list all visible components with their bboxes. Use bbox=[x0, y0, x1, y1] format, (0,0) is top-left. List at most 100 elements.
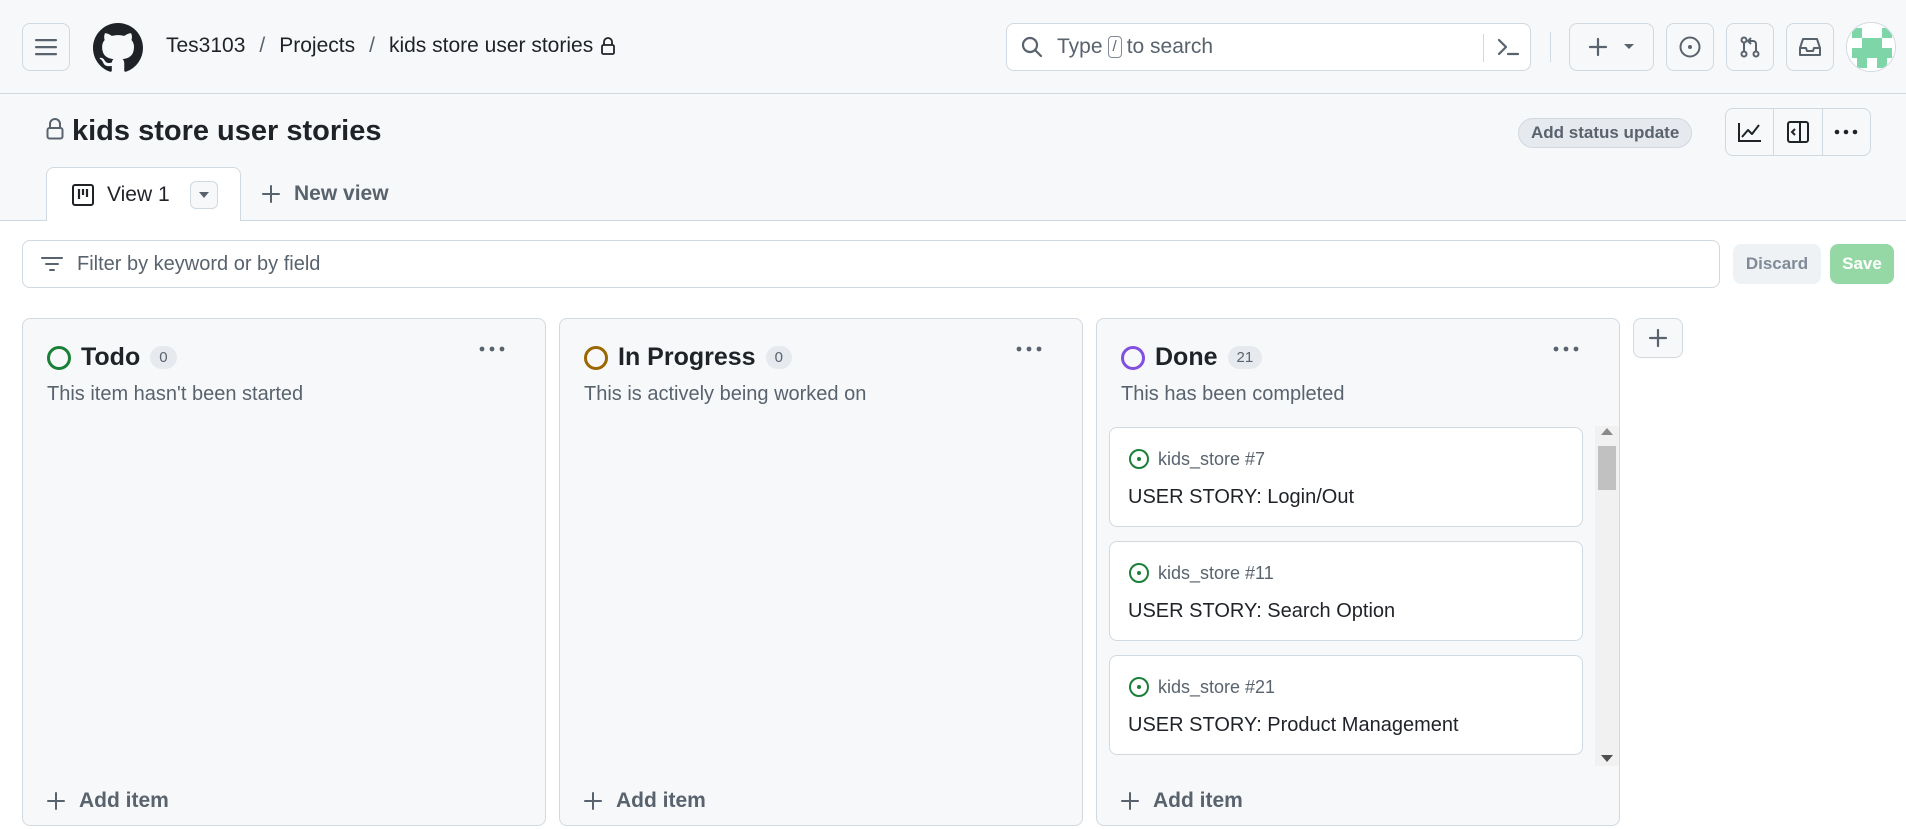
search-icon bbox=[1021, 36, 1043, 58]
column-description: This has been completed bbox=[1121, 383, 1345, 405]
kebab-horizontal-icon bbox=[1553, 346, 1579, 352]
github-logo-icon[interactable] bbox=[93, 23, 143, 73]
issue-opened-icon bbox=[1679, 36, 1701, 58]
scroll-down-arrow-icon[interactable] bbox=[1601, 755, 1613, 762]
insights-button[interactable] bbox=[1726, 109, 1775, 155]
issue-card[interactable]: kids_store #11 USER STORY: Search Option bbox=[1109, 541, 1583, 641]
sidebar-expand-icon bbox=[1786, 121, 1809, 143]
add-column-button[interactable] bbox=[1633, 318, 1683, 358]
plus-icon bbox=[1648, 328, 1668, 348]
filter-placeholder: Filter by keyword or by field bbox=[77, 252, 321, 275]
breadcrumb-separator: / bbox=[259, 34, 266, 57]
column-title: Done bbox=[1155, 343, 1218, 371]
column-count: 21 bbox=[1227, 346, 1263, 369]
search-shortcut-key: / bbox=[1107, 36, 1122, 58]
scroll-up-arrow-icon[interactable] bbox=[1601, 428, 1613, 435]
discard-button[interactable]: Discard bbox=[1733, 244, 1821, 284]
card-ref-text[interactable]: kids_store #11 bbox=[1158, 563, 1274, 584]
lock-icon bbox=[601, 37, 616, 55]
status-circle-icon bbox=[47, 345, 71, 370]
add-item-button[interactable]: Add item bbox=[1121, 789, 1243, 813]
save-button[interactable]: Save bbox=[1830, 244, 1894, 284]
column-header: Todo 0 bbox=[47, 343, 177, 372]
kebab-horizontal-icon bbox=[1016, 346, 1042, 352]
card-reference: kids_store #7 bbox=[1128, 448, 1265, 470]
card-title[interactable]: USER STORY: Login/Out bbox=[1128, 486, 1354, 509]
plus-icon bbox=[584, 792, 602, 810]
search-divider bbox=[1483, 34, 1484, 62]
add-item-button[interactable]: Add item bbox=[47, 789, 169, 813]
kebab-horizontal-icon bbox=[479, 346, 505, 352]
project-title[interactable]: kids store user stories bbox=[72, 115, 381, 148]
header-divider bbox=[1550, 32, 1551, 62]
add-item-button[interactable]: Add item bbox=[584, 789, 706, 813]
side-panel-button[interactable] bbox=[1774, 109, 1823, 155]
search-placeholder-suffix: to search bbox=[1126, 35, 1214, 58]
new-view-label: New view bbox=[294, 182, 389, 205]
hamburger-icon bbox=[35, 39, 57, 56]
add-item-label: Add item bbox=[79, 789, 169, 812]
card-list: kids_store #7 USER STORY: Login/Out kids… bbox=[1109, 427, 1585, 767]
caret-down-icon bbox=[198, 191, 209, 198]
column-menu-button[interactable] bbox=[1553, 339, 1579, 357]
card-title[interactable]: USER STORY: Search Option bbox=[1128, 600, 1395, 623]
issue-opened-icon bbox=[1129, 677, 1149, 697]
search-input[interactable]: Type / to search bbox=[1006, 23, 1531, 71]
breadcrumb: Tes3103 / Projects / kids store user sto… bbox=[166, 34, 616, 58]
plus-icon bbox=[262, 185, 280, 203]
view-options-button[interactable] bbox=[189, 180, 218, 209]
user-avatar[interactable] bbox=[1846, 22, 1896, 72]
lock-icon bbox=[46, 115, 64, 148]
issue-opened-icon bbox=[1129, 563, 1149, 583]
pull-request-icon bbox=[1740, 36, 1760, 58]
card-reference: kids_store #11 bbox=[1128, 562, 1274, 584]
status-circle-icon bbox=[1121, 345, 1145, 370]
issue-card[interactable]: kids_store #21 USER STORY: Product Manag… bbox=[1109, 655, 1583, 755]
column-count: 0 bbox=[765, 346, 792, 369]
scrollbar-thumb[interactable] bbox=[1598, 446, 1616, 490]
create-new-button[interactable] bbox=[1569, 23, 1654, 71]
column-todo: Todo 0 This item hasn't been started Add… bbox=[22, 318, 546, 826]
column-header: Done 21 bbox=[1121, 343, 1263, 372]
breadcrumb-owner[interactable]: Tes3103 bbox=[166, 34, 245, 58]
more-options-button[interactable] bbox=[1823, 109, 1870, 155]
breadcrumb-separator: / bbox=[369, 34, 375, 57]
inbox-button[interactable] bbox=[1786, 23, 1834, 71]
plus-icon bbox=[47, 792, 65, 810]
issue-opened-icon bbox=[1129, 449, 1149, 469]
card-ref-text[interactable]: kids_store #7 bbox=[1158, 449, 1265, 470]
inbox-icon bbox=[1799, 38, 1821, 56]
status-circle-icon bbox=[584, 345, 608, 370]
page-title: kids store user stories bbox=[46, 115, 381, 148]
tab-view-1[interactable]: View 1 bbox=[46, 167, 241, 221]
add-item-label: Add item bbox=[616, 789, 706, 812]
add-status-update-button[interactable]: Add status update bbox=[1518, 118, 1693, 148]
global-header: Tes3103 / Projects / kids store user sto… bbox=[0, 0, 1906, 94]
card-title[interactable]: USER STORY: Product Management bbox=[1128, 714, 1459, 737]
column-menu-button[interactable] bbox=[1016, 339, 1042, 357]
column-count: 0 bbox=[150, 346, 177, 369]
tabs-divider bbox=[0, 220, 1906, 221]
card-ref-text[interactable]: kids_store #21 bbox=[1158, 677, 1275, 698]
column-description: This is actively being worked on bbox=[584, 383, 867, 405]
pull-requests-button[interactable] bbox=[1726, 23, 1774, 71]
issue-card[interactable]: kids_store #7 USER STORY: Login/Out bbox=[1109, 427, 1583, 527]
breadcrumb-projects[interactable]: Projects bbox=[279, 34, 355, 58]
card-reference: kids_store #21 bbox=[1128, 676, 1275, 698]
column-header: In Progress 0 bbox=[584, 343, 792, 372]
command-palette-icon[interactable] bbox=[1496, 35, 1520, 65]
column-description: This item hasn't been started bbox=[47, 383, 304, 405]
issues-button[interactable] bbox=[1666, 23, 1714, 71]
filter-input[interactable]: Filter by keyword or by field bbox=[22, 240, 1720, 288]
column-scrollbar[interactable] bbox=[1595, 426, 1619, 766]
breadcrumb-project[interactable]: kids store user stories bbox=[389, 34, 593, 58]
board-icon bbox=[72, 183, 94, 206]
search-placeholder-prefix: Type bbox=[1057, 35, 1103, 58]
column-menu-button[interactable] bbox=[479, 339, 505, 357]
plus-icon bbox=[1588, 37, 1607, 57]
tab-label: View 1 bbox=[107, 182, 170, 206]
column-title: Todo bbox=[81, 343, 141, 371]
menu-button[interactable] bbox=[22, 23, 70, 71]
filter-icon bbox=[41, 257, 63, 271]
new-view-button[interactable]: New view bbox=[262, 182, 389, 206]
